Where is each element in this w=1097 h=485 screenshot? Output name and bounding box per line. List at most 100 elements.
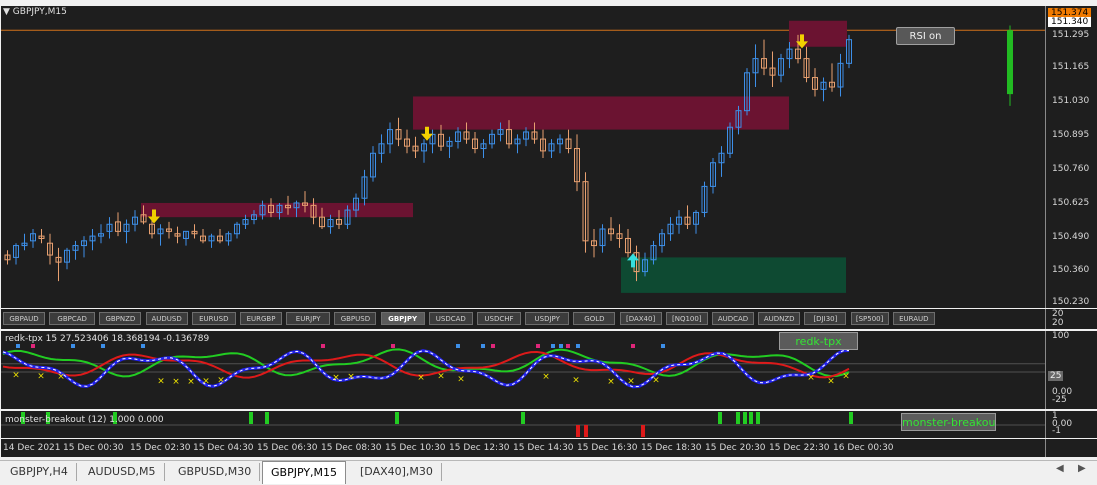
symbol-button-gbpjpy[interactable]: GBPJPY [380,312,425,325]
candle [752,44,759,87]
candle [200,229,206,244]
symbol-button-gbpnzd[interactable]: GBPNZD [99,312,142,325]
candle [225,231,232,246]
signal-x-mark: × [842,371,850,381]
symbol-button-euraud[interactable]: EURAUD [892,312,935,325]
chart-tab-audusd-m5[interactable]: AUDUSD,M5 [80,463,165,481]
candle [591,229,597,258]
monster-breakout-button[interactable]: monster-breakout [901,413,996,431]
price-tick: 150.490 [1052,232,1090,242]
symbol-button-eurusd[interactable]: EURUSD [191,312,236,325]
signal-x-mark: × [12,371,20,381]
chart-tab--dax40--m30[interactable]: [DAX40],M30 [352,463,442,481]
price-tick: 151.165 [1052,62,1090,72]
time-axis[interactable]: 14 Dec 2021 15 Dec 00:30 15 Dec 02:30 15 De… [1,439,1045,457]
candle [72,240,79,260]
symbol-button-gbpaud[interactable]: GBPAUD [3,312,45,325]
candle [157,224,164,246]
rsi-on-button[interactable]: RSI on [896,27,955,45]
time-tick: 16 Dec 00:30 [833,443,894,453]
candle [361,169,368,206]
candle [548,139,555,158]
candle [30,229,36,248]
symbol-button-gbpcad[interactable]: GBPCAD [49,312,96,325]
candle [166,221,172,239]
signal-x-mark: × [172,377,180,387]
axis-label: 25 [1048,371,1064,381]
signal-x-mark: × [347,372,355,382]
redk-tpx-axis[interactable]: 100 25 0.00 -25 [1045,331,1097,409]
chart-symbol-label: GBPJPY,M15 [12,7,67,17]
symbol-button-audcad[interactable]: AUDCAD [712,312,754,325]
candle [599,224,606,253]
price-chart[interactable] [1,6,1045,308]
signal-x-mark: × [332,373,340,383]
tab-scroll-right-icon[interactable]: ▶ [1078,463,1086,474]
breakout-bar-up [849,412,853,424]
price-axis[interactable]: 151.374 151.340 151.295 151.165 151.030 … [1045,6,1097,308]
breakout-bar-up [395,412,399,424]
chart-tab-gbpjpy-h4[interactable]: GBPJPY,H4 [2,463,77,481]
symbol-button-usdjpy[interactable]: USDJPY [525,312,570,325]
monster-breakout-axis[interactable]: 1 0.00 -1 [1045,411,1097,438]
axis-label: 100 [1052,331,1070,341]
symbol-button-usdchf[interactable]: USDCHF [477,312,521,325]
signal-dot [141,344,145,348]
collapse-arrow-icon[interactable]: ▼ [3,7,13,17]
redk-tpx-button[interactable]: redk-tpx [779,332,858,350]
chart-tab-gbpjpy-m15[interactable]: GBPJPY,M15 [262,461,347,484]
symbol-button-nq100[interactable]: [NQ100] [665,312,708,325]
candle [455,127,461,149]
breakout-bar-up [265,412,269,424]
chart-tab-gbpusd-m30[interactable]: GBPUSD,M30 [170,463,261,481]
indicator-title: redk-tpx 15 27.523406 18.368194 -0.13678… [5,334,210,344]
candle [701,181,708,218]
signal-x-mark: × [187,377,195,387]
candle [174,226,181,244]
signal-dot [321,344,325,348]
candle [582,172,589,253]
signal-x-mark: × [457,375,465,385]
signal-dot [481,344,485,348]
candle [387,122,393,154]
breakout-bar-up [743,412,747,424]
breakout-bar-up [249,412,253,424]
candle [803,46,810,83]
main-chart-panel[interactable]: ▼ GBPJPY,M15 RSI on [1,6,1045,308]
symbol-button-eurjpy[interactable]: EURJPY [286,312,331,325]
time-axis-corner [1045,439,1097,457]
symbol-button-dax40[interactable]: [DAX40] [619,312,662,325]
candle [540,129,546,158]
candle [446,136,453,158]
candle [123,219,130,244]
time-tick: 15 Dec 02:30 [130,443,191,453]
candle [191,224,198,239]
symbol-button-gbpusd[interactable]: GBPUSD [334,312,377,325]
breakout-bar-down [641,425,645,437]
signal-dot [536,344,540,348]
breakout-bar-down [576,425,580,437]
candle [378,134,385,163]
axis-label: -1 [1052,426,1061,436]
symbol-button-dji30[interactable]: [DJI30] [804,312,847,325]
signal-dot [16,344,20,348]
symbol-button-eurgbp[interactable]: EURGBP [240,312,282,325]
symbol-button-audusd[interactable]: AUDUSD [145,312,188,325]
candle [667,217,674,241]
candle [81,236,87,258]
symbol-button-sp500[interactable]: [SP500] [850,312,889,325]
indicator-title: monster-breakout (12) 1.000 0.000 [5,415,164,425]
candle [820,77,827,102]
monster-breakout-panel[interactable]: monster-breakout (12) 1.000 0.000 [1,411,1045,438]
symbol-button-usdcad[interactable]: USDCAD [428,312,473,325]
symbol-button-audnzd[interactable]: AUDNZD [758,312,801,325]
symbol-button-gold[interactable]: GOLD [573,312,616,325]
time-tick: 15 Dec 00:30 [63,443,124,453]
candle [676,210,682,234]
signal-dot [661,344,665,348]
candle [693,210,699,234]
redk-tpx-panel[interactable]: × × × × × × × × × × × × × × × × × × × × × redk-tpx 15 27.523… [1,331,1045,409]
axis-label: 20 [1052,318,1064,328]
time-tick: 15 Dec 20:30 [705,443,766,453]
tab-scroll-left-icon[interactable]: ◀ [1056,463,1064,474]
